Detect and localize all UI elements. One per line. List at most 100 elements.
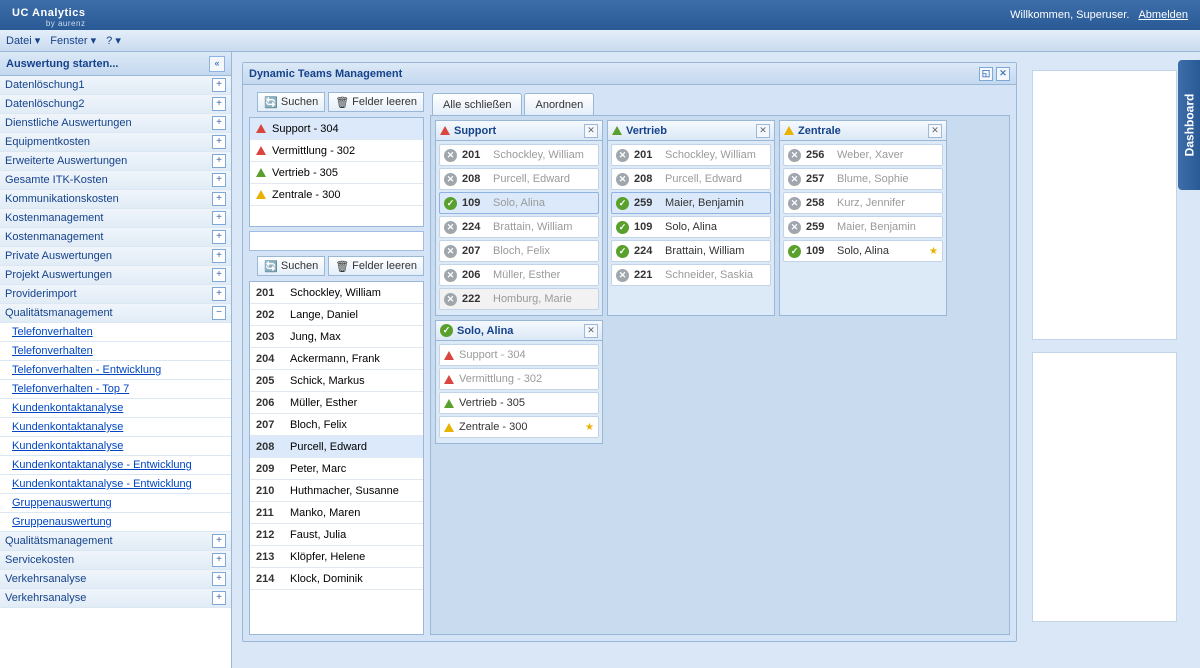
group-row[interactable]: Zentrale - 300 bbox=[250, 184, 423, 206]
expand-icon[interactable]: + bbox=[212, 78, 226, 92]
sidebar-link[interactable]: Kundenkontaktanalyse - Entwicklung bbox=[0, 456, 231, 475]
panel-row[interactable]: ✓109Solo, Alina bbox=[439, 192, 599, 214]
panel-row[interactable]: ✕222Homburg, Marie bbox=[439, 288, 599, 310]
panel-row[interactable]: ✕259Maier, Benjamin bbox=[783, 216, 943, 238]
panel-row[interactable]: ✕201Schockley, William bbox=[611, 144, 771, 166]
menu-file[interactable]: Datei ▾ bbox=[6, 34, 40, 47]
logout-link[interactable]: Abmelden bbox=[1138, 9, 1188, 21]
person-row[interactable]: 213Klöpfer, Helene bbox=[250, 546, 423, 568]
panel-row[interactable]: ✕257Blume, Sophie bbox=[783, 168, 943, 190]
collapse-sidebar-button[interactable]: « bbox=[209, 56, 225, 72]
expand-icon[interactable]: + bbox=[212, 211, 226, 225]
expand-icon[interactable]: + bbox=[212, 287, 226, 301]
sidebar-link[interactable]: Kundenkontaktanalyse - Entwicklung bbox=[0, 475, 231, 494]
expand-icon[interactable]: − bbox=[212, 306, 226, 320]
expand-icon[interactable]: + bbox=[212, 572, 226, 586]
dashboard-tab[interactable]: Dashboard bbox=[1178, 60, 1200, 190]
people-list[interactable]: 201Schockley, William202Lange, Daniel203… bbox=[249, 281, 424, 635]
expand-icon[interactable]: + bbox=[212, 268, 226, 282]
person-row[interactable]: 201Schockley, William bbox=[250, 282, 423, 304]
sidebar-node[interactable]: Equipmentkosten+ bbox=[0, 133, 231, 152]
panel-close-icon[interactable]: ✕ bbox=[928, 124, 942, 138]
expand-icon[interactable]: + bbox=[212, 154, 226, 168]
panel-row[interactable]: ✓224Brattain, William bbox=[611, 240, 771, 262]
person-row[interactable]: 210Huthmacher, Susanne bbox=[250, 480, 423, 502]
person-row[interactable]: 205Schick, Markus bbox=[250, 370, 423, 392]
panel-row[interactable]: ✕201Schockley, William bbox=[439, 144, 599, 166]
person-row[interactable]: 208Purcell, Edward bbox=[250, 436, 423, 458]
window-close-icon[interactable]: ✕ bbox=[996, 67, 1010, 81]
clear-fields-button[interactable]: 🗑Felder leeren bbox=[328, 92, 424, 112]
expand-icon[interactable]: + bbox=[212, 591, 226, 605]
sidebar-node[interactable]: Dienstliche Auswertungen+ bbox=[0, 114, 231, 133]
window-restore-icon[interactable]: ◱ bbox=[979, 67, 993, 81]
expand-icon[interactable]: + bbox=[212, 116, 226, 130]
person-row[interactable]: 203Jung, Max bbox=[250, 326, 423, 348]
search-button[interactable]: 🔄Suchen bbox=[257, 92, 325, 112]
panel-row[interactable]: ✓109Solo, Alina★ bbox=[783, 240, 943, 262]
menu-help[interactable]: ? ▾ bbox=[106, 34, 121, 47]
sidebar-node[interactable]: Verkehrsanalyse+ bbox=[0, 589, 231, 608]
sidebar-node[interactable]: Verkehrsanalyse+ bbox=[0, 570, 231, 589]
group-row[interactable]: Support - 304 bbox=[250, 118, 423, 140]
sidebar-node[interactable]: Datenlöschung2+ bbox=[0, 95, 231, 114]
person-row[interactable]: 211Manko, Maren bbox=[250, 502, 423, 524]
sidebar-node[interactable]: Qualitätsmanagement+ bbox=[0, 532, 231, 551]
panel-row[interactable]: ✕206Müller, Esther bbox=[439, 264, 599, 286]
group-row[interactable]: Vertrieb - 305 bbox=[250, 162, 423, 184]
expand-icon[interactable]: + bbox=[212, 249, 226, 263]
sidebar-node[interactable]: Gesamte ITK-Kosten+ bbox=[0, 171, 231, 190]
search-button-2[interactable]: 🔄Suchen bbox=[257, 256, 325, 276]
person-row[interactable]: 204Ackermann, Frank bbox=[250, 348, 423, 370]
panel-row[interactable]: ✕207Bloch, Felix bbox=[439, 240, 599, 262]
expand-icon[interactable]: + bbox=[212, 553, 226, 567]
panel-row[interactable]: ✕208Purcell, Edward bbox=[439, 168, 599, 190]
person-row[interactable]: 202Lange, Daniel bbox=[250, 304, 423, 326]
panel-row[interactable]: ✓259Maier, Benjamin bbox=[611, 192, 771, 214]
groups-list[interactable]: Support - 304Vermittlung - 302Vertrieb -… bbox=[249, 117, 424, 227]
sidebar-link[interactable]: Kundenkontaktanalyse bbox=[0, 437, 231, 456]
panel-row[interactable]: ✕208Purcell, Edward bbox=[611, 168, 771, 190]
person-row[interactable]: 207Bloch, Felix bbox=[250, 414, 423, 436]
menu-window[interactable]: Fenster ▾ bbox=[50, 34, 96, 47]
sidebar-link[interactable]: Telefonverhalten bbox=[0, 323, 231, 342]
expand-icon[interactable]: + bbox=[212, 135, 226, 149]
sidebar-link[interactable]: Gruppenauswertung bbox=[0, 513, 231, 532]
panel-header[interactable]: Vertrieb✕ bbox=[608, 121, 774, 141]
panel-row[interactable]: ✕258Kurz, Jennifer bbox=[783, 192, 943, 214]
clear-fields-button-2[interactable]: 🗑Felder leeren bbox=[328, 256, 424, 276]
expand-icon[interactable]: + bbox=[212, 534, 226, 548]
sidebar-node[interactable]: Projekt Auswertungen+ bbox=[0, 266, 231, 285]
window-titlebar[interactable]: Dynamic Teams Management ◱ ✕ bbox=[243, 63, 1016, 85]
sidebar-node[interactable]: Private Auswertungen+ bbox=[0, 247, 231, 266]
sidebar-link[interactable]: Telefonverhalten - Top 7 bbox=[0, 380, 231, 399]
panel-row[interactable]: Vertrieb - 305 bbox=[439, 392, 599, 414]
panel-header[interactable]: Zentrale✕ bbox=[780, 121, 946, 141]
sidebar-node[interactable]: Kostenmanagement+ bbox=[0, 209, 231, 228]
sidebar-node[interactable]: Servicekosten+ bbox=[0, 551, 231, 570]
sidebar-link[interactable]: Telefonverhalten - Entwicklung bbox=[0, 361, 231, 380]
arrange-tab[interactable]: Anordnen bbox=[524, 93, 594, 115]
sidebar-node[interactable]: Kostenmanagement+ bbox=[0, 228, 231, 247]
panel-close-icon[interactable]: ✕ bbox=[584, 124, 598, 138]
sidebar-node[interactable]: Qualitätsmanagement− bbox=[0, 304, 231, 323]
sidebar-node[interactable]: Erweiterte Auswertungen+ bbox=[0, 152, 231, 171]
panel-close-icon[interactable]: ✕ bbox=[756, 124, 770, 138]
group-row[interactable]: Vermittlung - 302 bbox=[250, 140, 423, 162]
panel-row[interactable]: Support - 304 bbox=[439, 344, 599, 366]
person-row[interactable]: 214Klock, Dominik bbox=[250, 568, 423, 590]
person-row[interactable]: 206Müller, Esther bbox=[250, 392, 423, 414]
panel-row[interactable]: ✕221Schneider, Saskia bbox=[611, 264, 771, 286]
expand-icon[interactable]: + bbox=[212, 192, 226, 206]
expand-icon[interactable]: + bbox=[212, 97, 226, 111]
panel-header[interactable]: ✓Solo, Alina✕ bbox=[436, 321, 602, 341]
person-row[interactable]: 209Peter, Marc bbox=[250, 458, 423, 480]
panel-row[interactable]: ✓109Solo, Alina bbox=[611, 216, 771, 238]
panel-row[interactable]: Zentrale - 300★ bbox=[439, 416, 599, 438]
sidebar-link[interactable]: Kundenkontaktanalyse bbox=[0, 418, 231, 437]
person-row[interactable]: 212Faust, Julia bbox=[250, 524, 423, 546]
panel-row[interactable]: ✕256Weber, Xaver bbox=[783, 144, 943, 166]
expand-icon[interactable]: + bbox=[212, 173, 226, 187]
sidebar-link[interactable]: Telefonverhalten bbox=[0, 342, 231, 361]
panel-header[interactable]: Support✕ bbox=[436, 121, 602, 141]
